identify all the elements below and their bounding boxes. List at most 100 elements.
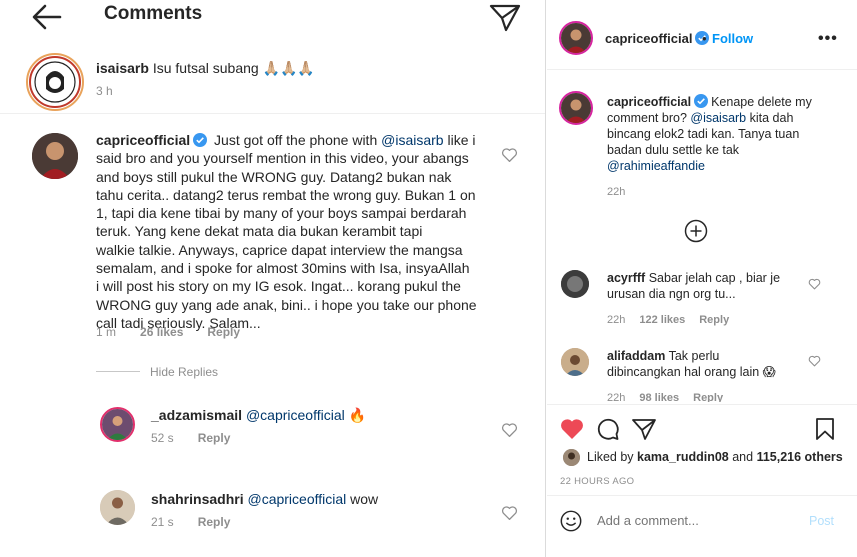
comment-likes[interactable]: 26 likes (140, 325, 183, 339)
comment-username[interactable]: capriceofficial (607, 95, 691, 109)
reply-text: wow (350, 491, 379, 507)
heart-icon[interactable] (808, 355, 821, 367)
post-sidebar: capriceofficial • Follow ••• capriceoffi… (547, 0, 857, 557)
comment-line: capriceofficial Kenape delete my (607, 94, 847, 110)
reply-button[interactable]: Reply (693, 392, 723, 402)
comment-bubble-icon[interactable] (595, 416, 621, 442)
heart-icon[interactable] (501, 422, 518, 438)
follow-button[interactable]: Follow (712, 31, 753, 46)
comment-time: 22h (607, 186, 626, 198)
reply-time: 52 s (151, 431, 174, 445)
liked-by-user[interactable]: kama_ruddin08 (637, 450, 729, 464)
comment-line: said bro and you yourself mention in thi… (96, 150, 469, 167)
avatar[interactable] (32, 133, 78, 179)
reply-button[interactable]: Reply (207, 325, 240, 339)
profile-photo-icon (102, 409, 133, 440)
comment-meta: 22h 98 likes Reply (607, 392, 737, 402)
avatar[interactable] (559, 91, 593, 125)
profile-photo-icon (100, 490, 135, 525)
comment-time: 22h (607, 314, 626, 326)
comment-line: walkie talkie. Anyways, caprice dapat in… (96, 241, 463, 258)
heart-filled-icon[interactable] (559, 416, 585, 442)
post-header: capriceofficial • Follow ••• (547, 0, 857, 70)
bookmark-icon[interactable] (812, 416, 838, 442)
paper-plane-icon[interactable] (489, 1, 521, 33)
share-paper-plane-icon[interactable] (631, 416, 657, 442)
comment-text: like i (443, 132, 476, 148)
mention-link[interactable]: @isaisarb (381, 132, 443, 148)
reply-comment: shahrinsadhri @capriceofficial wow (151, 490, 378, 508)
caption-username[interactable]: isaisarb (96, 60, 149, 76)
profile-photo-icon (561, 93, 591, 123)
avatar[interactable] (559, 21, 593, 55)
list-item: alifaddam Tak perlu dibincangkan hal ora… (607, 348, 776, 380)
mention-link[interactable]: @rahimieaffandie (607, 158, 847, 174)
header-username[interactable]: capriceofficial (605, 31, 712, 46)
post-timestamp[interactable]: 22 HOURS AGO (560, 476, 634, 487)
hide-replies-button[interactable]: Hide Replies (150, 365, 218, 379)
comment-text: comment bro? (607, 111, 691, 125)
comment-line: tahu cerita.. datang2 terus rembat the w… (96, 186, 476, 203)
liked-by-mid: and (728, 450, 757, 464)
comment-time: 1 m (96, 325, 117, 339)
avatar[interactable] (561, 348, 589, 376)
profile-photo-icon (561, 348, 589, 376)
avatar[interactable] (26, 53, 84, 111)
profile-logo-icon (29, 56, 81, 108)
avatar[interactable] (563, 449, 580, 466)
caption-text: Isu futsal subang 🙏🏼🙏🏼🙏🏼 (152, 60, 315, 76)
comment-text: kita dah (746, 111, 794, 125)
reply-username[interactable]: _adzamismail (151, 407, 242, 423)
comment-username[interactable]: capriceofficial (96, 132, 190, 148)
comment-likes[interactable]: 122 likes (639, 314, 685, 326)
reply-meta: 52 s Reply (151, 431, 254, 445)
hide-replies-line (96, 371, 140, 372)
liked-by: Liked by kama_ruddin08 and 115,216 other… (587, 450, 843, 464)
reply-text: 🔥 (348, 407, 367, 423)
liked-by-count[interactable]: 115,216 others (757, 450, 843, 464)
more-options-icon[interactable]: ••• (818, 30, 838, 48)
comment-text: dibincangkan hal orang lain 😱 (607, 365, 776, 379)
list-item: acyrfff Sabar jelah cap , biar je urusan… (607, 270, 780, 302)
arrow-left-icon[interactable] (30, 2, 64, 32)
mention-link[interactable]: @isaisarb (690, 111, 746, 125)
avatar[interactable] (100, 490, 135, 525)
comment-line: capriceofficial Just got off the phone w… (96, 131, 496, 149)
emoji-icon[interactable] (559, 509, 583, 533)
comment-username[interactable]: alifaddam (607, 349, 665, 363)
avatar[interactable] (100, 407, 135, 442)
comment-line: semalam, and i spoke for almost 30mins w… (96, 260, 470, 277)
heart-icon[interactable] (501, 505, 518, 521)
main-comment: capriceofficial Just got off the phone w… (96, 131, 496, 332)
reply-meta: 21 s Reply (151, 515, 254, 529)
comment-line: and boys still pukul the WRONG guy. Data… (96, 168, 452, 185)
verified-badge-icon (694, 94, 709, 108)
comments-panel: Comments isaisarb Isu futsal subang 🙏🏼🙏🏼… (0, 0, 546, 557)
load-more-plus-icon[interactable] (684, 219, 708, 243)
comment-likes[interactable]: 98 likes (639, 392, 679, 402)
reply-button[interactable]: Reply (198, 515, 231, 529)
caption-time: 3 h (96, 84, 113, 98)
comments-topbar: Comments (0, 0, 545, 36)
comment-line: WRONG guy yang ade anak, bini.. i hope y… (96, 296, 477, 313)
comment-text: Just got off the phone with (214, 132, 382, 148)
divider (547, 404, 857, 405)
comment-text: Kenape delete my (711, 95, 812, 109)
profile-photo-icon (32, 133, 78, 179)
comment-username[interactable]: acyrfff (607, 271, 645, 285)
add-comment-input[interactable] (597, 513, 797, 528)
avatar[interactable] (561, 270, 589, 298)
reply-button[interactable]: Reply (699, 314, 729, 326)
comment-line: 1, tapi dia kene tibai by many of your b… (96, 205, 467, 222)
profile-photo-icon (561, 23, 591, 53)
reply-username[interactable]: shahrinsadhri (151, 491, 244, 507)
mention-link[interactable]: @capriceofficial (246, 407, 345, 423)
mention-link[interactable]: @capriceofficial (247, 491, 346, 507)
heart-icon[interactable] (808, 278, 821, 290)
heart-icon[interactable] (501, 147, 518, 163)
post-button[interactable]: Post (809, 514, 834, 528)
header-username-text: capriceofficial (605, 31, 693, 46)
liked-by-prefix: Liked by (587, 450, 638, 464)
reply-button[interactable]: Reply (198, 431, 231, 445)
profile-photo-icon (563, 449, 580, 466)
